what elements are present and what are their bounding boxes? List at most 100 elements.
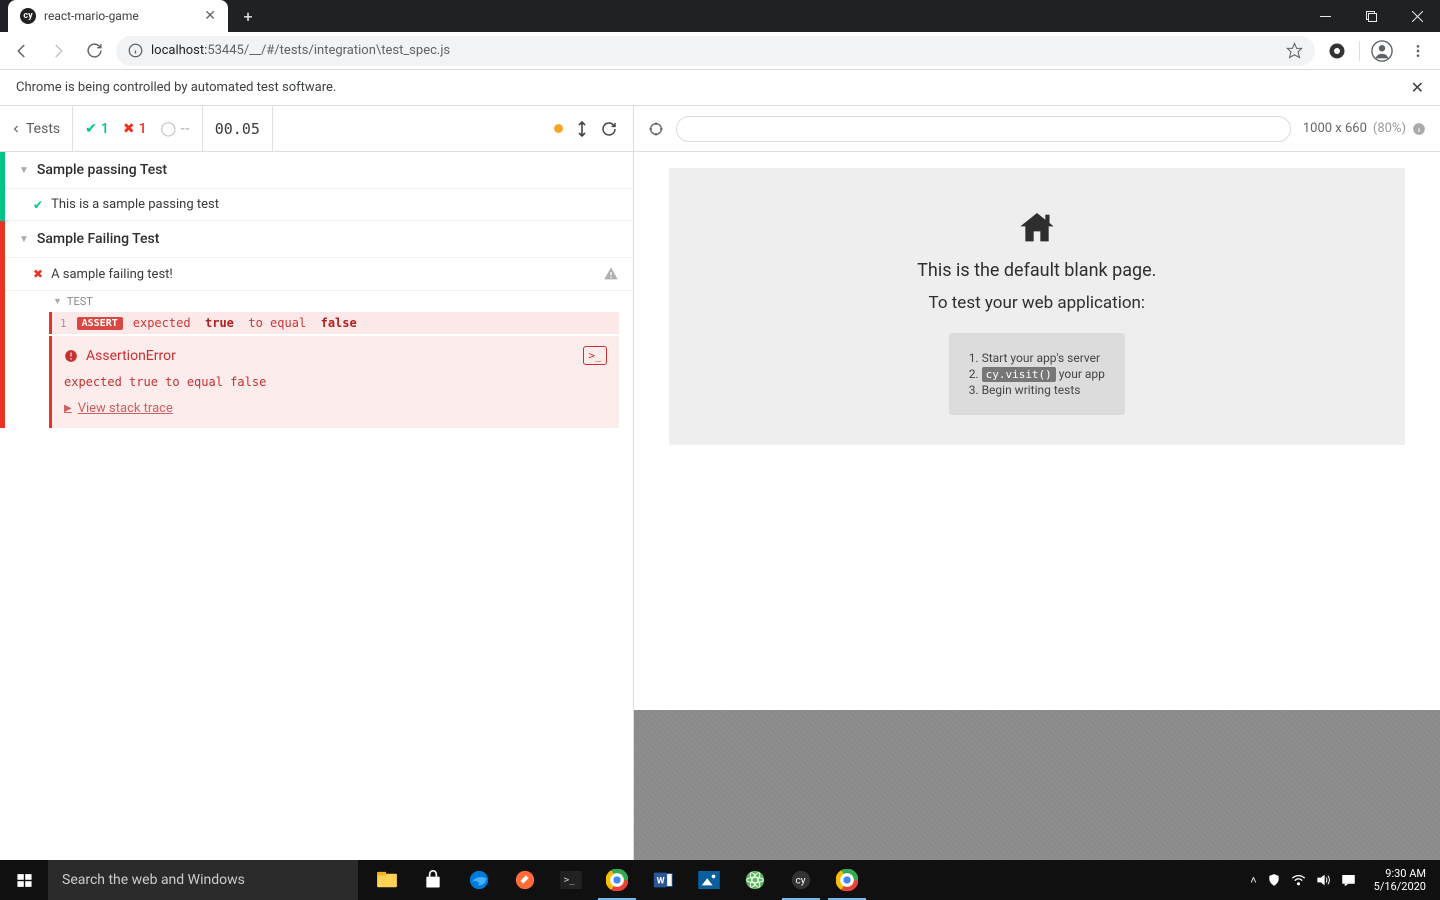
taskbar-atom[interactable] [732, 860, 778, 900]
address-bar[interactable]: localhost:53445/__/#/tests/integration\t… [116, 36, 1315, 66]
failed-stat: ✖ 1 [123, 121, 147, 137]
test-title: A sample failing test! [51, 267, 173, 282]
caret-right-icon: ▶ [64, 403, 72, 414]
suite-header-passing[interactable]: ▼ Sample passing Test [5, 152, 633, 189]
new-tab-button[interactable]: + [234, 2, 262, 30]
viewport-info[interactable]: 1000 x 660 (80%) [1303, 121, 1426, 136]
error-icon [64, 349, 78, 363]
cypress-extension-icon[interactable] [1323, 37, 1351, 65]
command-message: expected true to equal false [133, 316, 357, 330]
step-2: cy.visit() your app [969, 367, 1105, 381]
suite-passing: ▼ Sample passing Test ✔ This is a sample… [0, 152, 633, 221]
aut-panel: 1000 x 660 (80%) This is the default bla… [634, 106, 1440, 860]
command-row-assert[interactable]: 1 ASSERT expected true to equal false [49, 312, 619, 334]
status-dot-icon [554, 124, 563, 133]
aut-overflow-area [634, 710, 1440, 860]
tray-date: 5/16/2020 [1374, 880, 1426, 893]
taskbar-word[interactable]: W [640, 860, 686, 900]
maximize-button[interactable] [1348, 0, 1394, 32]
taskbar-photos[interactable] [686, 860, 732, 900]
taskbar-search[interactable]: Search the web and Windows [48, 860, 358, 900]
taskbar-store[interactable] [410, 860, 456, 900]
blank-page-title: This is the default blank page. [917, 260, 1156, 281]
tray-chevron-up-icon[interactable]: ˄ [1250, 874, 1256, 887]
view-stack-trace-link[interactable]: ▶ View stack trace [64, 401, 607, 416]
tray-wifi-icon[interactable] [1291, 874, 1306, 886]
tests-label: Tests [26, 121, 60, 137]
command-number: 1 [60, 317, 67, 330]
taskbar-chrome[interactable] [594, 860, 640, 900]
test-item-failing[interactable]: ✖ A sample failing test! [5, 258, 633, 291]
blank-page: This is the default blank page. To test … [669, 168, 1405, 445]
suite-title: Sample passing Test [37, 162, 167, 178]
test-title: This is a sample passing test [51, 197, 219, 212]
pending-stat: ◯ -- [161, 121, 190, 137]
back-button[interactable] [8, 37, 36, 65]
warning-icon [603, 266, 619, 282]
bookmark-star-icon[interactable] [1286, 42, 1303, 59]
chrome-menu-icon[interactable] [1404, 37, 1432, 65]
cross-icon: ✖ [33, 267, 43, 281]
suite-title: Sample Failing Test [37, 231, 160, 247]
rerun-button[interactable] [601, 121, 617, 137]
window-controls [1302, 0, 1440, 32]
aut-url-display[interactable] [676, 116, 1291, 142]
separator [1359, 41, 1360, 61]
error-header: AssertionError >_ [52, 336, 619, 375]
blank-page-subtitle: To test your web application: [929, 293, 1146, 313]
tests-back-button[interactable]: Tests [0, 106, 73, 151]
suite-header-failing[interactable]: ▼ Sample Failing Test [5, 221, 633, 258]
reload-button[interactable] [80, 37, 108, 65]
auto-scroll-toggle[interactable] [577, 121, 587, 137]
selector-playground-button[interactable] [648, 121, 664, 137]
profile-icon[interactable] [1368, 37, 1396, 65]
step-1: Start your app's server [969, 351, 1105, 365]
tray-clock[interactable]: 9:30 AM 5/16/2020 [1366, 867, 1434, 893]
automation-banner: Chrome is being controlled by automated … [0, 70, 1440, 106]
home-icon [1017, 208, 1057, 248]
test-list: ▼ Sample passing Test ✔ This is a sample… [0, 152, 633, 860]
forward-button[interactable] [44, 37, 72, 65]
browser-tab[interactable]: cy react-mario-game ✕ [8, 0, 228, 32]
open-in-ide-icon[interactable]: >_ [583, 346, 606, 365]
taskbar-terminal[interactable]: >_ [548, 860, 594, 900]
cypress-runner: Tests ✔ 1 ✖ 1 ◯ -- 00.05 ▼ Sample passin… [0, 106, 1440, 860]
taskbar-edge[interactable] [456, 860, 502, 900]
caret-down-icon: ▼ [19, 234, 29, 245]
test-item-passing[interactable]: ✔ This is a sample passing test [5, 189, 633, 221]
start-button[interactable] [0, 860, 48, 900]
close-banner-icon[interactable]: ✕ [1411, 78, 1424, 97]
caret-down-icon: ▼ [53, 296, 62, 307]
reporter-header: Tests ✔ 1 ✖ 1 ◯ -- 00.05 [0, 106, 633, 152]
site-info-icon[interactable] [128, 43, 143, 58]
windows-taskbar: Search the web and Windows >_ W cy ˄ 9:3… [0, 860, 1440, 900]
automation-banner-text: Chrome is being controlled by automated … [16, 80, 336, 95]
taskbar-file-explorer[interactable] [364, 860, 410, 900]
taskbar-postman[interactable] [502, 860, 548, 900]
suite-failing: ▼ Sample Failing Test ✖ A sample failing… [0, 221, 633, 428]
tray-icons: ˄ [1250, 873, 1355, 887]
chevron-left-icon [12, 122, 21, 136]
url-text: localhost:53445/__/#/tests/integration\t… [151, 43, 450, 58]
aut-header: 1000 x 660 (80%) [634, 106, 1440, 152]
tab-title: react-mario-game [44, 9, 139, 23]
taskbar-cypress[interactable]: cy [778, 860, 824, 900]
minimize-button[interactable] [1302, 0, 1348, 32]
test-stats: ✔ 1 ✖ 1 ◯ -- [73, 106, 203, 151]
caret-down-icon: ▼ [19, 165, 29, 176]
tray-notifications-icon[interactable] [1341, 873, 1356, 887]
step-3: Begin writing tests [969, 383, 1105, 397]
tray-volume-icon[interactable] [1316, 873, 1331, 887]
cypress-favicon: cy [20, 8, 36, 24]
taskbar-chrome-2[interactable] [824, 860, 870, 900]
reporter-panel: Tests ✔ 1 ✖ 1 ◯ -- 00.05 ▼ Sample passin… [0, 106, 634, 860]
svg-text:cy: cy [796, 876, 806, 887]
tray-security-icon[interactable] [1267, 873, 1281, 887]
aut-preview: This is the default blank page. To test … [634, 152, 1440, 710]
error-box: AssertionError >_ expected true to equal… [49, 336, 619, 428]
close-tab-icon[interactable]: ✕ [204, 8, 216, 24]
reporter-controls [538, 121, 633, 137]
chrome-toolbar: localhost:53445/__/#/tests/integration\t… [0, 32, 1440, 70]
close-window-button[interactable] [1394, 0, 1440, 32]
system-tray: ˄ 9:30 AM 5/16/2020 [1250, 860, 1440, 900]
